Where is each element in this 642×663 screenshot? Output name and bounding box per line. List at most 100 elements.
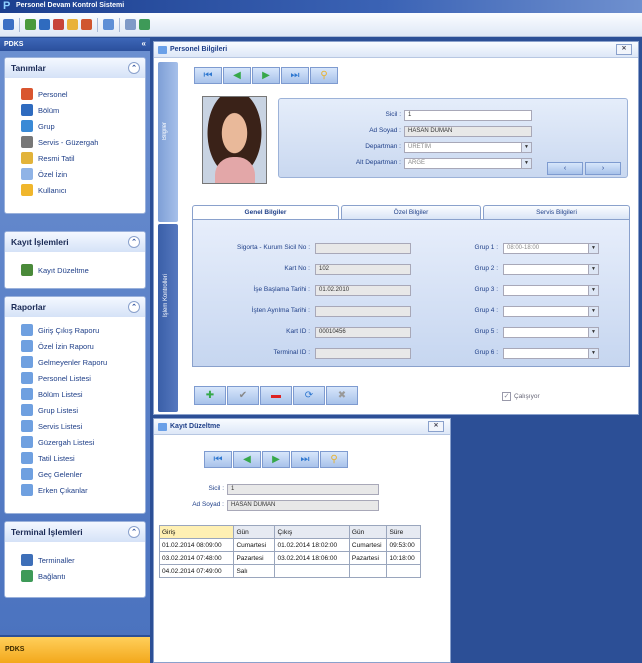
nav-item-report[interactable]: Giriş Çıkış Raporu [5, 322, 145, 338]
list-icon[interactable] [39, 19, 50, 30]
side-tab-bilgiler[interactable]: Bilgiler [158, 62, 178, 222]
delete-button[interactable]: ▬ [260, 386, 292, 405]
nav-item-report[interactable]: Geç Gelenler [5, 466, 145, 482]
isten-ayrilma-field[interactable] [315, 306, 411, 317]
table-cell[interactable]: 01.02.2014 08:09:00 [158, 538, 235, 552]
chevron-up-icon[interactable]: ⌃ [128, 62, 140, 74]
nav-item-grup[interactable]: Grup [5, 118, 145, 134]
chevron-down-icon[interactable]: ▼ [588, 328, 598, 337]
nav-item-report[interactable]: Grup Listesi [5, 402, 145, 418]
nav-item-personel[interactable]: Personel [5, 86, 145, 102]
close-button[interactable]: ✕ [616, 44, 632, 55]
kart-id-field[interactable]: 00010456 [315, 327, 411, 338]
nav-item-report[interactable]: Özel İzin Raporu [5, 338, 145, 354]
table-cell[interactable]: 01.02.2014 18:02:00 [274, 538, 350, 552]
refresh-button[interactable]: ⟳ [293, 386, 325, 405]
chevron-up-icon[interactable]: ⌃ [128, 301, 140, 313]
table-row[interactable]: 01.02.2014 08:09:00 Cumartesi 01.02.2014… [158, 538, 421, 552]
calendar-icon[interactable] [67, 19, 78, 30]
table-cell[interactable]: Pazartesi [348, 551, 388, 565]
nav-group-header[interactable]: Kayıt İşlemleri ⌃ [5, 232, 145, 252]
nav-item-report[interactable]: Gelmeyenler Raporu [5, 354, 145, 370]
kart-no-field[interactable]: 102 [315, 264, 411, 275]
table-cell[interactable]: Cumartesi [348, 538, 388, 552]
nav-item-terminaller[interactable]: Terminaller [5, 552, 145, 568]
nav-item-report[interactable]: Erken Çıkanlar [5, 482, 145, 498]
table-cell[interactable]: 04.02.2014 07:49:00 [158, 564, 235, 578]
page-next-button[interactable]: › [585, 162, 621, 175]
column-header[interactable]: Gün [233, 525, 276, 539]
column-header[interactable]: Çıkış [274, 525, 350, 539]
search-icon[interactable] [81, 19, 92, 30]
chevron-down-icon[interactable]: ▼ [588, 286, 598, 295]
settings-icon[interactable] [125, 19, 136, 30]
next-record-button[interactable]: ▶ [252, 67, 280, 84]
prev-record-button[interactable]: ◀ [223, 67, 251, 84]
table-row[interactable]: 04.02.2014 07:49:00 Salı [158, 564, 421, 578]
save-button[interactable]: ✔ [227, 386, 259, 405]
page-prev-button[interactable]: ‹ [547, 162, 583, 175]
window-icon[interactable] [103, 19, 114, 30]
chevron-down-icon[interactable]: ▼ [521, 159, 531, 168]
tab-ozel-bilgiler[interactable]: Özel Bilgiler [341, 205, 481, 219]
last-record-button[interactable]: ⏭ [291, 451, 319, 468]
nav-item-bolum[interactable]: Bölüm [5, 102, 145, 118]
search-button[interactable]: ⚲ [310, 67, 338, 84]
nav-item-report[interactable]: Servis Listesi [5, 418, 145, 434]
nav-item-kullanici[interactable]: Kullanıcı [5, 182, 145, 198]
sicil-field[interactable]: 1 [404, 110, 532, 121]
add-button[interactable]: ✚ [194, 386, 226, 405]
table-cell[interactable]: 10:18:00 [386, 551, 421, 565]
chevron-down-icon[interactable]: ▼ [588, 265, 598, 274]
grup-2-select[interactable]: ▼ [503, 264, 599, 275]
column-header[interactable]: Gün [348, 525, 388, 539]
ad-soyad-field[interactable]: HASAN DUMAN [227, 500, 379, 511]
table-cell[interactable]: 03.02.2014 07:48:00 [158, 551, 235, 565]
search-button[interactable]: ⚲ [320, 451, 348, 468]
side-tab-islem[interactable]: İşlem Kontrolleri [158, 224, 178, 412]
table-cell[interactable]: 03.02.2014 18:06:00 [274, 551, 350, 565]
last-record-button[interactable]: ⏭ [281, 67, 309, 84]
grup-5-select[interactable]: ▼ [503, 327, 599, 338]
tab-genel-bilgiler[interactable]: Genel Bilgiler [192, 205, 339, 219]
network-icon[interactable] [139, 19, 150, 30]
nav-item-baglanti[interactable]: Bağlantı [5, 568, 145, 584]
ad-soyad-field[interactable]: HASAN DUMAN [404, 126, 532, 137]
sigorta-no-field[interactable] [315, 243, 411, 254]
chevron-down-icon[interactable]: ▼ [588, 307, 598, 316]
calisiyor-checkbox[interactable]: ✓ Çalışıyor [502, 392, 540, 401]
nav-item-servis[interactable]: Servis - Güzergah [5, 134, 145, 150]
nav-item-kayit-duzeltme[interactable]: Kayıt Düzeltme [5, 262, 145, 278]
cancel-button[interactable]: ✖ [326, 386, 358, 405]
chevron-down-icon[interactable]: ▼ [521, 143, 531, 152]
next-record-button[interactable]: ▶ [262, 451, 290, 468]
nav-item-report[interactable]: Bölüm Listesi [5, 386, 145, 402]
column-header[interactable]: Giriş [158, 525, 235, 539]
nav-group-header[interactable]: Raporlar ⌃ [5, 297, 145, 317]
grup-1-select[interactable]: 08:00-18:00 ▼ [503, 243, 599, 254]
open-icon[interactable] [3, 19, 14, 30]
nav-footer[interactable]: PDKS [0, 637, 150, 663]
table-cell[interactable]: 09:53:00 [386, 538, 421, 552]
nav-item-report[interactable]: Tatil Listesi [5, 450, 145, 466]
chevron-up-icon[interactable]: ⌃ [128, 236, 140, 248]
terminal-id-field[interactable] [315, 348, 411, 359]
nav-item-report[interactable]: Personel Listesi [5, 370, 145, 386]
first-record-button[interactable]: ⏮ [194, 67, 222, 84]
chevron-up-icon[interactable]: ⌃ [128, 526, 140, 538]
close-button[interactable]: ✕ [428, 421, 444, 432]
collapse-nav-icon[interactable]: « [142, 39, 146, 48]
nav-item-resmi-tatil[interactable]: Resmi Tatil [5, 150, 145, 166]
table-row[interactable]: 03.02.2014 07:48:00 Pazartesi 03.02.2014… [158, 551, 421, 565]
table-cell[interactable] [274, 564, 350, 578]
chevron-down-icon[interactable]: ▼ [588, 244, 598, 253]
tab-servis-bilgileri[interactable]: Servis Bilgileri [483, 205, 630, 219]
first-record-button[interactable]: ⏮ [204, 451, 232, 468]
table-cell[interactable]: Pazartesi [233, 551, 276, 565]
table-cell[interactable] [348, 564, 388, 578]
chart-icon[interactable] [25, 19, 36, 30]
ise-baslama-field[interactable]: 01.02.2010 [315, 285, 411, 296]
prev-record-button[interactable]: ◀ [233, 451, 261, 468]
table-cell[interactable]: Salı [233, 564, 276, 578]
nav-group-header[interactable]: Tanımlar ⌃ [5, 58, 145, 78]
